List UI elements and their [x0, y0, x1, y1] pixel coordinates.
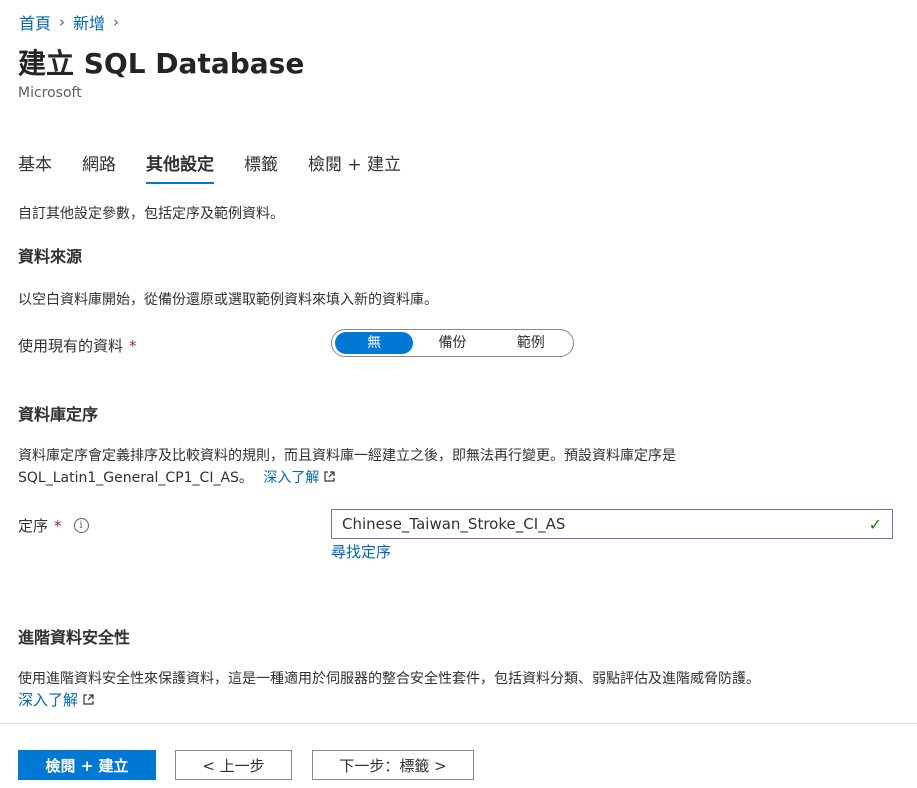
external-link-icon — [83, 694, 94, 708]
tab-review-create[interactable]: 檢閱 + 建立 — [308, 150, 401, 183]
breadcrumb: 首頁 › 新增 › — [19, 10, 127, 34]
data-source-heading: 資料來源 — [18, 247, 83, 266]
breadcrumb-home-link[interactable]: 首頁 — [19, 10, 51, 34]
required-marker: * — [129, 336, 137, 355]
collation-label: 定序 * i — [18, 515, 89, 536]
collation-default-text: SQL_Latin1_General_CP1_CI_AS。 — [18, 470, 253, 486]
checkmark-icon: ✓ — [868, 514, 882, 534]
next-button[interactable]: 下一步：標籤 > — [312, 750, 474, 780]
page-subtitle: Microsoft — [18, 85, 82, 101]
info-icon[interactable]: i — [73, 518, 89, 533]
collation-heading: 資料庫定序 — [18, 405, 99, 424]
page-title: 建立 SQL Database — [18, 47, 305, 80]
collation-input[interactable]: Chinese_Taiwan_Stroke_CI_AS ✓ — [331, 509, 893, 539]
collation-learn-more-link[interactable]: 深入了解 — [263, 470, 335, 486]
previous-button[interactable]: < 上一步 — [175, 750, 292, 780]
existing-data-label: 使用現有的資料 * — [18, 335, 137, 356]
collation-input-value: Chinese_Taiwan_Stroke_CI_AS — [342, 515, 566, 533]
collation-label-text: 定序 — [18, 517, 49, 535]
intro-text: 自訂其他設定參數，包括定序及範例資料。 — [18, 206, 284, 222]
footer-divider — [0, 723, 917, 724]
advanced-security-learn-more-text: 深入了解 — [18, 691, 79, 709]
option-sample[interactable]: 範例 — [492, 332, 570, 354]
tab-networking[interactable]: 網路 — [82, 150, 116, 183]
tab-bar: 基本 網路 其他設定 標籤 檢閱 + 建立 — [18, 150, 431, 184]
option-backup[interactable]: 備份 — [413, 332, 491, 354]
advanced-security-learn-more-link[interactable]: 深入了解 — [18, 689, 94, 710]
collation-description-line2: SQL_Latin1_General_CP1_CI_AS。 深入了解 — [18, 467, 335, 487]
tab-basics[interactable]: 基本 — [18, 150, 52, 183]
chevron-right-icon: › — [59, 13, 66, 31]
external-link-icon — [324, 471, 335, 485]
advanced-security-description: 使用進階資料安全性來保護資料，這是一種適用於伺服器的整合安全性套件，包括資料分類… — [18, 671, 760, 687]
advanced-security-heading: 進階資料安全性 — [18, 628, 131, 647]
option-none[interactable]: 無 — [335, 332, 414, 354]
review-create-button[interactable]: 檢閱 + 建立 — [18, 750, 156, 780]
breadcrumb-new-link[interactable]: 新增 — [73, 10, 105, 34]
data-source-description: 以空白資料庫開始，從備份還原或選取範例資料來填入新的資料庫。 — [18, 292, 438, 308]
existing-data-label-text: 使用現有的資料 — [18, 337, 124, 355]
find-collation-link[interactable]: 尋找定序 — [331, 541, 391, 562]
collation-description-line1: 資料庫定序會定義排序及比較資料的規則，而且資料庫一經建立之後，即無法再行變更。預… — [18, 448, 676, 464]
tab-tags[interactable]: 標籤 — [244, 150, 278, 183]
tab-additional-settings[interactable]: 其他設定 — [146, 150, 214, 184]
existing-data-toggle: 無 備份 範例 — [331, 329, 574, 357]
chevron-right-icon: › — [113, 13, 120, 31]
collation-learn-more-text: 深入了解 — [263, 470, 320, 486]
required-marker: * — [54, 516, 62, 535]
